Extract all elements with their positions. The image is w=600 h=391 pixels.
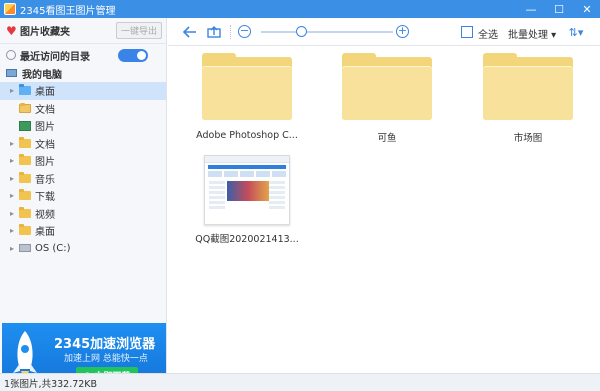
tree-item-label: 音乐 — [35, 174, 55, 186]
image-thumbnail — [204, 155, 290, 225]
tree-item-label: OS (C:) — [35, 242, 71, 254]
my-computer-label: 我的电脑 — [22, 69, 62, 81]
folder-blue-icon — [19, 84, 31, 96]
folder-icon — [19, 136, 31, 148]
zoom-slider-handle[interactable] — [295, 26, 307, 37]
expand-arrow-icon[interactable]: ▸ — [10, 86, 19, 95]
toolbar: − + 全选 批量处理 ▾ ⇅▾ — [168, 18, 600, 46]
computer-icon — [6, 69, 17, 77]
expand-arrow-icon[interactable]: ▸ — [10, 139, 19, 148]
status-text: 1张图片,共332.72KB — [4, 378, 98, 390]
tree-item[interactable]: ▸ 桌面 — [0, 82, 166, 100]
maximize-icon[interactable]: ☐ — [548, 0, 570, 18]
expand-arrow-icon[interactable]: ▸ — [10, 226, 19, 235]
heart-icon: ♥ — [6, 23, 17, 38]
folder-tile[interactable]: 市场图 — [473, 53, 583, 144]
expand-arrow-icon[interactable]: ▸ — [10, 191, 19, 200]
tree-item[interactable]: 文档 — [0, 100, 166, 118]
image-tile[interactable]: QQ截图2020021413... — [192, 155, 302, 245]
recent-dirs-toggle[interactable] — [118, 49, 148, 62]
folder-icon — [342, 53, 432, 120]
folder-icon — [19, 154, 31, 166]
tree-item-label: 文档 — [35, 104, 55, 116]
zoom-out-icon[interactable]: − — [238, 25, 251, 38]
tree-item[interactable]: ▸ 桌面 — [0, 222, 166, 240]
folder-tree: ▸ 桌面 文档 图片 ▸ 文档 ▸ 图片 ▸ 音乐 ▸ 下载 ▸ 视频 ▸ 桌面 ▸ OS (C:) — [0, 82, 166, 257]
my-computer-row[interactable]: 我的电脑 — [0, 64, 166, 82]
tree-item-label: 图片 — [35, 122, 55, 134]
minimize-icon[interactable]: — — [520, 0, 542, 18]
tree-item[interactable]: ▸ OS (C:) — [0, 240, 166, 258]
zoom-in-icon[interactable]: + — [396, 25, 409, 38]
expand-arrow-icon[interactable]: ▸ — [10, 244, 19, 253]
batch-process-dropdown[interactable]: 批量处理 ▾ — [508, 26, 556, 41]
recent-dirs-label: 最近访问的目录 — [20, 51, 90, 63]
close-icon[interactable]: ✕ — [576, 0, 598, 18]
expand-arrow-icon[interactable]: ▸ — [10, 156, 19, 165]
ad-title: 2345加速浏览器 — [54, 337, 156, 352]
folder-label: Adobe Photoshop C... — [196, 130, 298, 141]
folder-label: 市场图 — [513, 133, 543, 144]
folder-icon — [483, 53, 573, 120]
folder-tile[interactable]: 可鱼 — [332, 53, 442, 144]
divider — [230, 25, 231, 39]
drive-icon — [19, 244, 31, 253]
favorites-row[interactable]: ♥ 图片收藏夹 一键导出 — [0, 18, 166, 44]
select-all-label[interactable]: 全选 — [478, 26, 498, 41]
tree-item[interactable]: ▸ 视频 — [0, 205, 166, 223]
tree-item[interactable]: 图片 — [0, 117, 166, 135]
tree-item-label: 下载 — [35, 192, 55, 204]
tree-item[interactable]: ▸ 图片 — [0, 152, 166, 170]
folder-icon — [19, 206, 31, 218]
export-button[interactable]: 一键导出 — [116, 22, 162, 39]
tree-item[interactable]: ▸ 文档 — [0, 135, 166, 153]
title-bar: 2345看图王图片管理 — ☐ ✕ — [0, 0, 600, 18]
folder-doc-icon — [19, 102, 31, 113]
tree-item-label: 视频 — [35, 209, 55, 221]
app-icon — [4, 3, 16, 15]
ad-subtitle: 加速上网 总能快一点 — [64, 354, 148, 364]
folder-icon — [19, 171, 31, 183]
tree-item-label: 桌面 — [35, 227, 55, 239]
folder-icon — [19, 189, 31, 201]
sidebar: ♥ 图片收藏夹 一键导出 最近访问的目录 我的电脑 ▸ 桌面 文档 图片 ▸ 文档 ▸ 图片 ▸… — [0, 18, 167, 389]
folder-icon — [19, 224, 31, 236]
folder-icon — [202, 53, 292, 120]
up-folder-icon[interactable] — [206, 24, 222, 40]
expand-arrow-icon[interactable]: ▸ — [10, 209, 19, 218]
tree-item[interactable]: ▸ 下载 — [0, 187, 166, 205]
clock-icon — [6, 50, 16, 60]
favorites-label: 图片收藏夹 — [20, 27, 70, 38]
zoom-slider[interactable] — [261, 31, 393, 33]
tree-item-label: 文档 — [35, 139, 55, 151]
back-arrow-icon[interactable] — [182, 24, 198, 40]
tree-item-label: 桌面 — [35, 87, 55, 99]
tree-item[interactable]: ▸ 音乐 — [0, 170, 166, 188]
image-icon — [19, 120, 31, 131]
status-bar: 1张图片,共332.72KB — [0, 373, 600, 391]
folder-label: 可鱼 — [377, 133, 397, 144]
image-label: QQ截图2020021413... — [195, 234, 299, 245]
window-title: 2345看图王图片管理 — [20, 5, 116, 17]
select-all-checkbox[interactable] — [461, 26, 473, 38]
thumbnail-grid: Adobe Photoshop C... 可鱼 市场图 QQ截图20200214… — [168, 47, 600, 373]
tree-item-label: 图片 — [35, 157, 55, 169]
folder-tile[interactable]: Adobe Photoshop C... — [192, 53, 302, 141]
recent-dirs-row[interactable]: 最近访问的目录 — [0, 46, 166, 64]
expand-arrow-icon[interactable]: ▸ — [10, 174, 19, 183]
sort-icon[interactable]: ⇅▾ — [568, 24, 584, 40]
